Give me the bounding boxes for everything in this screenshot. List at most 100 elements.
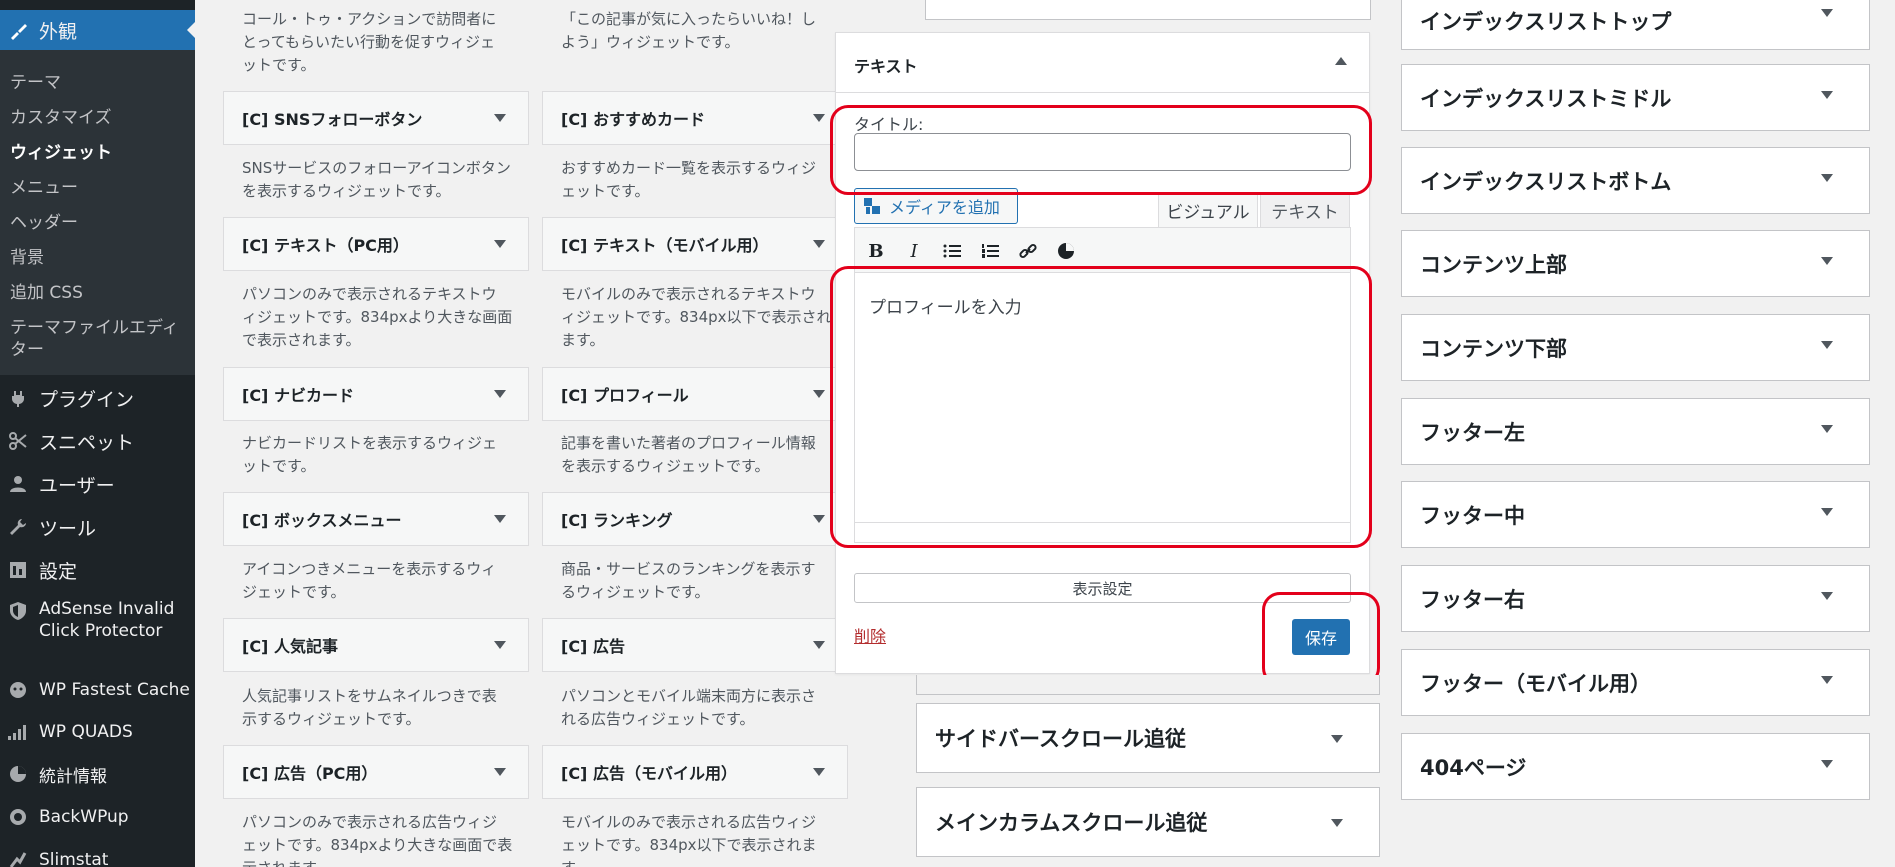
submenu-theme-editor-cont[interactable]: ター bbox=[10, 335, 44, 360]
tab-text[interactable]: テキスト bbox=[1260, 193, 1350, 227]
submenu-customize[interactable]: カスタマイズ bbox=[10, 103, 112, 128]
chevron-down-icon[interactable] bbox=[813, 390, 825, 398]
pie-chart-icon bbox=[5, 761, 31, 787]
chevron-down-icon[interactable] bbox=[494, 114, 506, 122]
menu-settings[interactable]: 設定 bbox=[0, 555, 195, 585]
widget-profile[interactable]: [C] プロフィール bbox=[542, 367, 848, 421]
widget-desc-box-menu: アイコンつきメニューを表示するウィ ジェットです。 bbox=[242, 560, 497, 601]
menu-snippets[interactable]: スニペット bbox=[0, 426, 195, 456]
area-sidebar-scroll[interactable]: サイドバースクロール追従 bbox=[916, 703, 1380, 773]
chevron-down-icon[interactable] bbox=[813, 768, 825, 776]
appearance-submenu: テーマ カスタマイズ ウィジェット メニュー ヘッダー 背景 追加 CSS テー… bbox=[0, 50, 195, 375]
chevron-down-icon[interactable] bbox=[494, 641, 506, 649]
chevron-down-icon[interactable] bbox=[1331, 819, 1343, 827]
pie-chart-icon[interactable] bbox=[1053, 238, 1079, 264]
widget-navi-card[interactable]: [C] ナビカード bbox=[223, 367, 529, 421]
widget-desc-ad: パソコンとモバイル端末両方に表示さ れる広告ウィジェットです。 bbox=[561, 687, 817, 728]
area-footer-center[interactable]: フッター中 bbox=[1401, 481, 1870, 548]
submenu-additional-css[interactable]: 追加 CSS bbox=[10, 278, 83, 303]
chevron-down-icon[interactable] bbox=[1821, 676, 1833, 684]
chevron-down-icon[interactable] bbox=[1821, 508, 1833, 516]
widget-recommend-card[interactable]: [C] おすすめカード bbox=[542, 91, 848, 145]
chevron-down-icon[interactable] bbox=[1821, 425, 1833, 433]
bold-icon[interactable]: B bbox=[863, 238, 889, 264]
numbered-list-icon[interactable] bbox=[977, 238, 1003, 264]
chevron-down-icon[interactable] bbox=[1331, 735, 1343, 743]
chevron-down-icon[interactable] bbox=[1821, 174, 1833, 182]
widget-desc-profile: 記事を書いた著者のプロフィール情報 を表示するウィジェットです。 bbox=[561, 434, 816, 475]
widget-popular-posts[interactable]: [C] 人気記事 bbox=[223, 618, 529, 672]
chevron-down-icon[interactable] bbox=[494, 768, 506, 776]
menu-plugins[interactable]: プラグイン bbox=[0, 383, 195, 413]
menu-tools[interactable]: ツール bbox=[0, 512, 195, 542]
submenu-header[interactable]: ヘッダー bbox=[10, 208, 78, 233]
widget-desc-recommend-card: おすすめカード一覧を表示するウィジ ェットです。 bbox=[561, 159, 817, 200]
submenu-widgets[interactable]: ウィジェット bbox=[10, 138, 112, 163]
menu-appearance[interactable]: 外観 bbox=[0, 10, 195, 50]
submenu-themes[interactable]: テーマ bbox=[10, 68, 61, 93]
submenu-menus[interactable]: メニュー bbox=[10, 173, 78, 198]
area-index-list-bottom[interactable]: インデックスリストボトム bbox=[1401, 147, 1870, 214]
chevron-down-icon[interactable] bbox=[1821, 91, 1833, 99]
area-footer-right[interactable]: フッター右 bbox=[1401, 565, 1870, 632]
chevron-down-icon[interactable] bbox=[813, 240, 825, 248]
cheetah-icon bbox=[5, 677, 31, 703]
chevron-up-icon[interactable] bbox=[1335, 57, 1347, 65]
widget-text-pc[interactable]: [C] テキスト（PC用） bbox=[223, 217, 529, 271]
chevron-down-icon[interactable] bbox=[1821, 760, 1833, 768]
submenu-background[interactable]: 背景 bbox=[10, 243, 44, 268]
admin-sidebar: 外観 テーマ カスタマイズ ウィジェット メニュー ヘッダー 背景 追加 CSS… bbox=[0, 0, 195, 867]
delete-link[interactable]: 削除 bbox=[854, 623, 886, 647]
text-widget-header[interactable]: テキスト bbox=[836, 33, 1369, 93]
chevron-down-icon[interactable] bbox=[1821, 9, 1833, 17]
area-box-under-panel bbox=[916, 675, 1380, 695]
highlight-title bbox=[830, 105, 1372, 195]
media-icon bbox=[861, 195, 883, 217]
chevron-down-icon[interactable] bbox=[1821, 257, 1833, 265]
area-footer-left[interactable]: フッター左 bbox=[1401, 398, 1870, 465]
tab-visual[interactable]: ビジュアル bbox=[1158, 193, 1258, 227]
widget-box-menu[interactable]: [C] ボックスメニュー bbox=[223, 492, 529, 546]
chevron-down-icon[interactable] bbox=[494, 390, 506, 398]
widget-desc-popular-posts: 人気記事リストをサムネイルつきで表 示するウィジェットです。 bbox=[242, 687, 497, 728]
chevron-down-icon[interactable] bbox=[813, 114, 825, 122]
italic-icon[interactable]: I bbox=[901, 238, 927, 264]
slimstat-icon bbox=[5, 847, 31, 867]
area-index-list-top[interactable]: インデックスリストトップ bbox=[1401, 0, 1870, 50]
area-content-top[interactable]: コンテンツ上部 bbox=[1401, 230, 1870, 297]
area-index-list-middle[interactable]: インデックスリストミドル bbox=[1401, 64, 1870, 131]
area-content-bottom[interactable]: コンテンツ下部 bbox=[1401, 314, 1870, 381]
area-main-column-scroll[interactable]: メインカラムスクロール追従 bbox=[916, 787, 1380, 857]
menu-adsense-invalid[interactable]: AdSense Invalid Click Protector bbox=[0, 598, 195, 646]
widget-sns-follow[interactable]: [C] SNSフォローボタン bbox=[223, 91, 529, 145]
chevron-down-icon[interactable] bbox=[494, 515, 506, 523]
widget-desc-navi-card: ナビカードリストを表示するウィジェ ットです。 bbox=[242, 434, 498, 475]
widget-desc-ranking: 商品・サービスのランキングを表示す るウィジェットです。 bbox=[561, 560, 816, 601]
chevron-down-icon[interactable] bbox=[494, 240, 506, 248]
widget-ad-pc[interactable]: [C] 広告（PC用） bbox=[223, 745, 529, 799]
widget-ad[interactable]: [C] 広告 bbox=[542, 618, 848, 672]
link-icon[interactable] bbox=[1015, 238, 1041, 264]
paintbrush-icon bbox=[5, 18, 31, 44]
chevron-down-icon[interactable] bbox=[1821, 341, 1833, 349]
menu-backwpup[interactable]: BackWPup bbox=[0, 802, 195, 832]
menu-statistics[interactable]: 統計情報 bbox=[0, 759, 195, 789]
bullet-list-icon[interactable] bbox=[939, 238, 965, 264]
widget-text-mobile[interactable]: [C] テキスト（モバイル用） bbox=[542, 217, 848, 271]
widget-desc-ad-mobile: モバイルのみで表示される広告ウィジ ェットです。834px以下で表示されま す。 bbox=[561, 813, 817, 867]
plugin-icon bbox=[5, 385, 31, 411]
menu-wp-quads[interactable]: WP QUADS bbox=[0, 717, 195, 747]
widget-ad-mobile[interactable]: [C] 広告（モバイル用） bbox=[542, 745, 848, 799]
widget-ranking[interactable]: [C] ランキング bbox=[542, 492, 848, 546]
menu-users[interactable]: ユーザー bbox=[0, 469, 195, 499]
area-404-page[interactable]: 404ページ bbox=[1401, 733, 1870, 800]
menu-wp-fastest-cache[interactable]: WP Fastest Cache bbox=[0, 675, 195, 705]
scissors-icon bbox=[5, 428, 31, 454]
wrench-icon bbox=[5, 514, 31, 540]
chevron-down-icon[interactable] bbox=[813, 515, 825, 523]
chevron-down-icon[interactable] bbox=[813, 641, 825, 649]
highlight-editor bbox=[830, 266, 1372, 548]
menu-slimstat[interactable]: Slimstat bbox=[0, 845, 195, 867]
chevron-down-icon[interactable] bbox=[1821, 592, 1833, 600]
area-footer-mobile[interactable]: フッター（モバイル用） bbox=[1401, 649, 1870, 716]
